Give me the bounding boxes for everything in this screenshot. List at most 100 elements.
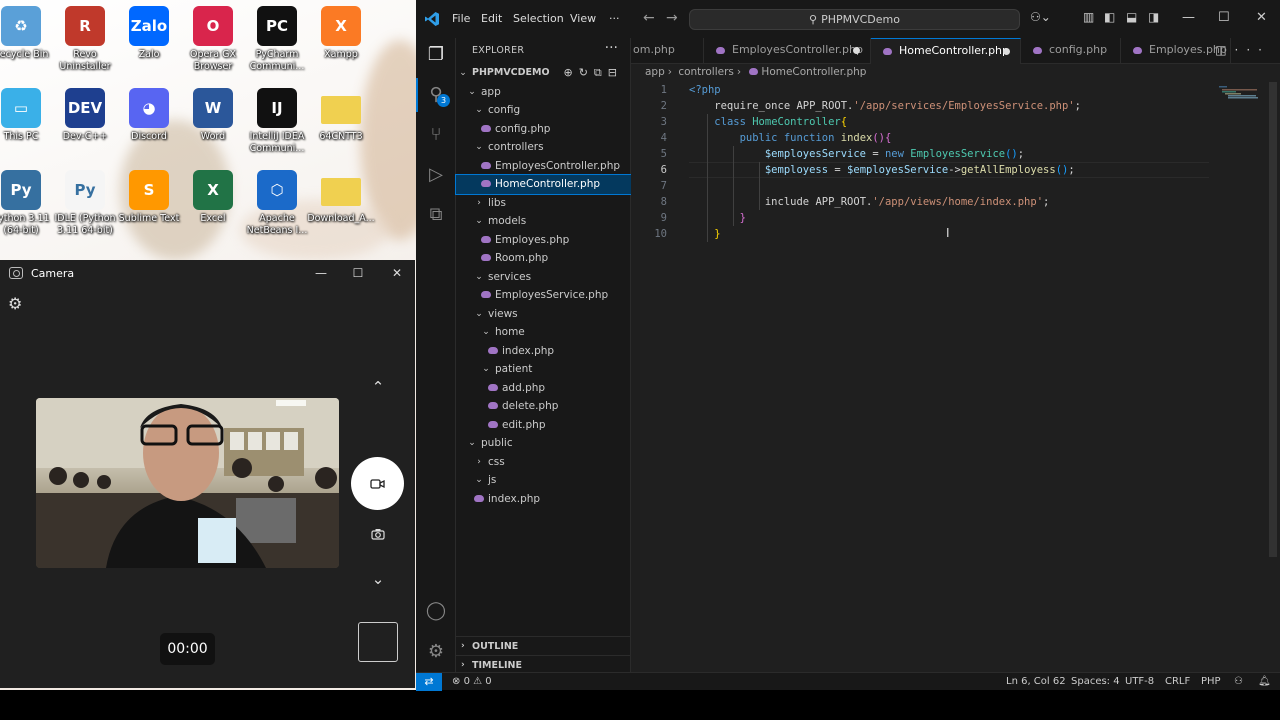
desktop-icon[interactable]: Download_A... [304, 166, 378, 246]
breadcrumb-file[interactable]: HomeController.php [761, 66, 866, 78]
desktop-icon[interactable]: X Excel [176, 166, 250, 246]
window-minimize-icon[interactable]: — [1182, 10, 1195, 25]
outline-section[interactable]: › OUTLINE [456, 636, 631, 655]
editor-tab[interactable]: om.php [631, 38, 704, 64]
forward-arrow-icon[interactable]: → [666, 10, 678, 26]
editor-tab[interactable]: config.php [1021, 38, 1121, 64]
desktop-icon[interactable]: DEV Dev-C++ [48, 84, 122, 164]
tree-file[interactable]: delete.php [456, 397, 631, 416]
extensions-icon[interactable]: ⧉ [425, 204, 447, 226]
code-token: () [872, 132, 886, 144]
run-debug-icon[interactable]: ▷ [425, 164, 447, 186]
toggle-sidebar-icon[interactable]: ◧ [1104, 10, 1115, 24]
desktop-icon[interactable]: 64CNTT3 [304, 84, 378, 164]
encoding[interactable]: UTF-8 [1125, 673, 1154, 690]
problems-indicator[interactable]: ⊗ 0 ⚠ 0 [452, 673, 492, 690]
window-close-icon[interactable]: ✕ [1256, 10, 1267, 25]
menu-file[interactable]: File [452, 12, 470, 25]
editor-tab[interactable]: HomeController.php [871, 38, 1021, 64]
remote-indicator-icon[interactable]: ⇄ [416, 673, 442, 691]
copilot-status-icon[interactable]: ⚇ [1234, 673, 1243, 690]
settings-gear-icon[interactable]: ⚙ [8, 294, 22, 313]
chevron-right-icon: › [461, 641, 465, 651]
editor-tab[interactable]: EmployesController.php [704, 38, 871, 64]
code-editor[interactable]: 1 2 3 4 5 6 7 8 9 10 <?php require_once APP_ROOT.… [631, 82, 1280, 672]
tree-file[interactable]: edit.php [456, 416, 631, 435]
menu-edit[interactable]: Edit [481, 12, 502, 25]
editor-tab[interactable]: Employes.php [1121, 38, 1231, 64]
chevron-up-icon[interactable]: ⌃ [368, 378, 388, 396]
tree-folder[interactable]: ⌄ controllers [456, 138, 631, 157]
project-root[interactable]: ⌄ PHPMVCDEMO ⊕↻⧉⊟ [456, 64, 631, 83]
back-arrow-icon[interactable]: ← [643, 10, 655, 26]
minimize-icon[interactable]: — [311, 266, 331, 280]
unsaved-dot-icon[interactable] [1003, 48, 1010, 55]
minimap[interactable] [1219, 86, 1259, 100]
command-center-search[interactable]: ⚲ PHPMVCDemo [689, 9, 1020, 30]
tree-folder[interactable]: ⌄ views [456, 305, 631, 324]
desktop-icon[interactable]: R Revo Uninstaller [48, 2, 122, 82]
layout-customize-icon[interactable]: ▥ [1083, 10, 1094, 24]
tree-folder[interactable]: ⌄ public [456, 434, 631, 453]
tree-folder[interactable]: ⌄ models [456, 212, 631, 231]
source-control-icon[interactable]: ⑂ [425, 124, 447, 146]
tree-file[interactable]: index.php [456, 490, 631, 509]
window-maximize-icon[interactable]: ☐ [1218, 10, 1230, 25]
tree-file[interactable]: EmployesController.php [456, 157, 631, 176]
manage-gear-icon[interactable]: ⚙ [425, 641, 447, 663]
search-icon[interactable]: ⚲ [425, 84, 447, 106]
tree-file[interactable]: HomeController.php [455, 174, 632, 195]
menu-more[interactable]: ··· [609, 12, 620, 25]
desktop-icon[interactable]: X Xampp [304, 2, 378, 82]
desktop-icon[interactable]: Zalo Zalo [112, 2, 186, 82]
desktop-icon[interactable]: IJ IntelliJ IDEA Communi... [240, 84, 314, 164]
close-icon[interactable]: ✕ [387, 266, 407, 280]
last-capture-thumbnail[interactable] [358, 622, 398, 662]
desktop-icon[interactable]: S Sublime Text [112, 166, 186, 246]
tree-file[interactable]: EmployesService.php [456, 286, 631, 305]
toggle-secondary-sidebar-icon[interactable]: ◨ [1148, 10, 1159, 24]
account-icon[interactable]: ◯ [425, 600, 447, 622]
chevron-down-icon[interactable]: ⌄ [368, 570, 388, 588]
desktop-icon[interactable]: Py IDLE (Python 3.11 64-bit) [48, 166, 122, 246]
tree-folder[interactable]: ⌄ config [456, 101, 631, 120]
copilot-icon[interactable]: ⚇⌄ [1030, 10, 1051, 24]
desktop-icon[interactable]: PC PyCharm Communi... [240, 2, 314, 82]
desktop-icon[interactable]: O Opera GX Browser [176, 2, 250, 82]
maximize-icon[interactable]: ☐ [348, 266, 368, 280]
menu-selection[interactable]: Selection [513, 12, 564, 25]
python-icon: Py [1, 170, 41, 210]
record-video-button[interactable] [351, 457, 404, 510]
tree-file[interactable]: index.php [456, 342, 631, 361]
indentation[interactable]: Spaces: 4 [1071, 673, 1120, 690]
explorer-files-icon[interactable]: ❐ [425, 44, 447, 66]
cursor-position[interactable]: Ln 6, Col 62 [1006, 673, 1066, 690]
language-mode[interactable]: PHP [1201, 673, 1221, 690]
tree-folder[interactable]: ⌄ app [456, 83, 631, 102]
tree-folder[interactable]: ⌄ js [456, 471, 631, 490]
explorer-more-icon[interactable]: ··· [605, 40, 618, 56]
breadcrumb-controllers[interactable]: controllers [678, 66, 734, 78]
tree-file[interactable]: Room.php [456, 249, 631, 268]
desktop-icon[interactable]: W Word [176, 84, 250, 164]
tree-item-label: config [488, 104, 521, 116]
tree-file[interactable]: add.php [456, 379, 631, 398]
desktop-icon[interactable]: ⬡ Apache NetBeans I... [240, 166, 314, 246]
tree-file[interactable]: config.php [456, 120, 631, 139]
line-endings[interactable]: CRLF [1165, 673, 1190, 690]
breadcrumb-app[interactable]: app [645, 66, 665, 78]
photo-camera-icon[interactable] [368, 526, 388, 544]
notifications-bell-icon[interactable]: 🔔︎ [1258, 673, 1271, 690]
editor-scrollbar[interactable] [1269, 82, 1277, 557]
desktop-icon[interactable]: ◕ Discord [112, 84, 186, 164]
tree-folder[interactable]: ⌄ patient [456, 360, 631, 379]
tree-folder[interactable]: ⌄ services [456, 268, 631, 287]
toggle-panel-icon[interactable]: ⬓ [1126, 10, 1137, 24]
unsaved-dot-icon[interactable] [853, 47, 860, 54]
tree-folder[interactable]: › css [456, 453, 631, 472]
tree-folder[interactable]: ⌄ home [456, 323, 631, 342]
explorer-actions[interactable]: ⊕↻⧉⊟ [563, 64, 623, 83]
tree-folder[interactable]: › libs [456, 194, 631, 213]
menu-view[interactable]: View [570, 12, 596, 25]
tree-file[interactable]: Employes.php [456, 231, 631, 250]
